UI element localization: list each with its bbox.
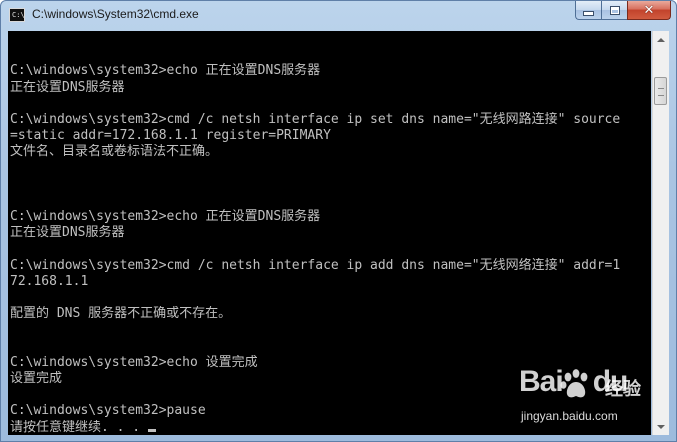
paw-icon bbox=[560, 369, 588, 398]
console-line: 72.168.1.1 bbox=[10, 273, 89, 289]
watermark-product: 经验 bbox=[605, 379, 641, 400]
grip-icon bbox=[658, 88, 664, 96]
minimize-icon bbox=[583, 11, 594, 16]
console-line: 正在设置DNS服务器 bbox=[10, 79, 125, 95]
console-line: C:\windows\system32>cmd /c netsh interfa… bbox=[10, 257, 621, 273]
console-line: 正在设置DNS服务器 bbox=[10, 225, 125, 241]
window-title: C:\windows\System32\cmd.exe bbox=[32, 7, 199, 21]
close-button[interactable]: ✕ bbox=[627, 1, 671, 20]
caption-buttons: ✕ bbox=[575, 1, 671, 21]
close-icon: ✕ bbox=[643, 2, 655, 18]
baidu-jingyan-watermark: Bai du 经验 jingyan.baidu.com bbox=[519, 365, 669, 435]
scroll-up-button[interactable] bbox=[653, 31, 669, 48]
console-line: =static addr=172.168.1.1 register=PRIMAR… bbox=[10, 128, 331, 144]
console-line: C:\windows\system32>echo 正在设置DNS服务器 bbox=[10, 63, 321, 79]
minimize-button[interactable] bbox=[575, 1, 601, 20]
title-bar[interactable]: C:\ C:\windows\System32\cmd.exe ✕ bbox=[1, 1, 676, 31]
maximize-icon bbox=[609, 5, 620, 15]
console-line: 文件名、目录名或卷标语法不正确。 bbox=[10, 144, 219, 160]
arrow-up-icon bbox=[657, 37, 665, 42]
console-line: C:\windows\system32>echo 正在设置DNS服务器 bbox=[10, 209, 321, 225]
console-line: 配置的 DNS 服务器不正确或不存在。 bbox=[10, 306, 232, 322]
maximize-button[interactable] bbox=[601, 1, 627, 20]
console-line: C:\windows\system32>cmd /c netsh interfa… bbox=[10, 111, 621, 127]
scroll-thumb[interactable] bbox=[654, 77, 667, 105]
watermark-url: jingyan.baidu.com bbox=[521, 409, 618, 423]
cmd-window: C:\ C:\windows\System32\cmd.exe ✕ C:\win… bbox=[0, 0, 677, 442]
text-cursor bbox=[147, 428, 156, 432]
cmd-app-icon[interactable]: C:\ bbox=[9, 8, 25, 22]
watermark-logo-a: Bai bbox=[519, 365, 564, 398]
